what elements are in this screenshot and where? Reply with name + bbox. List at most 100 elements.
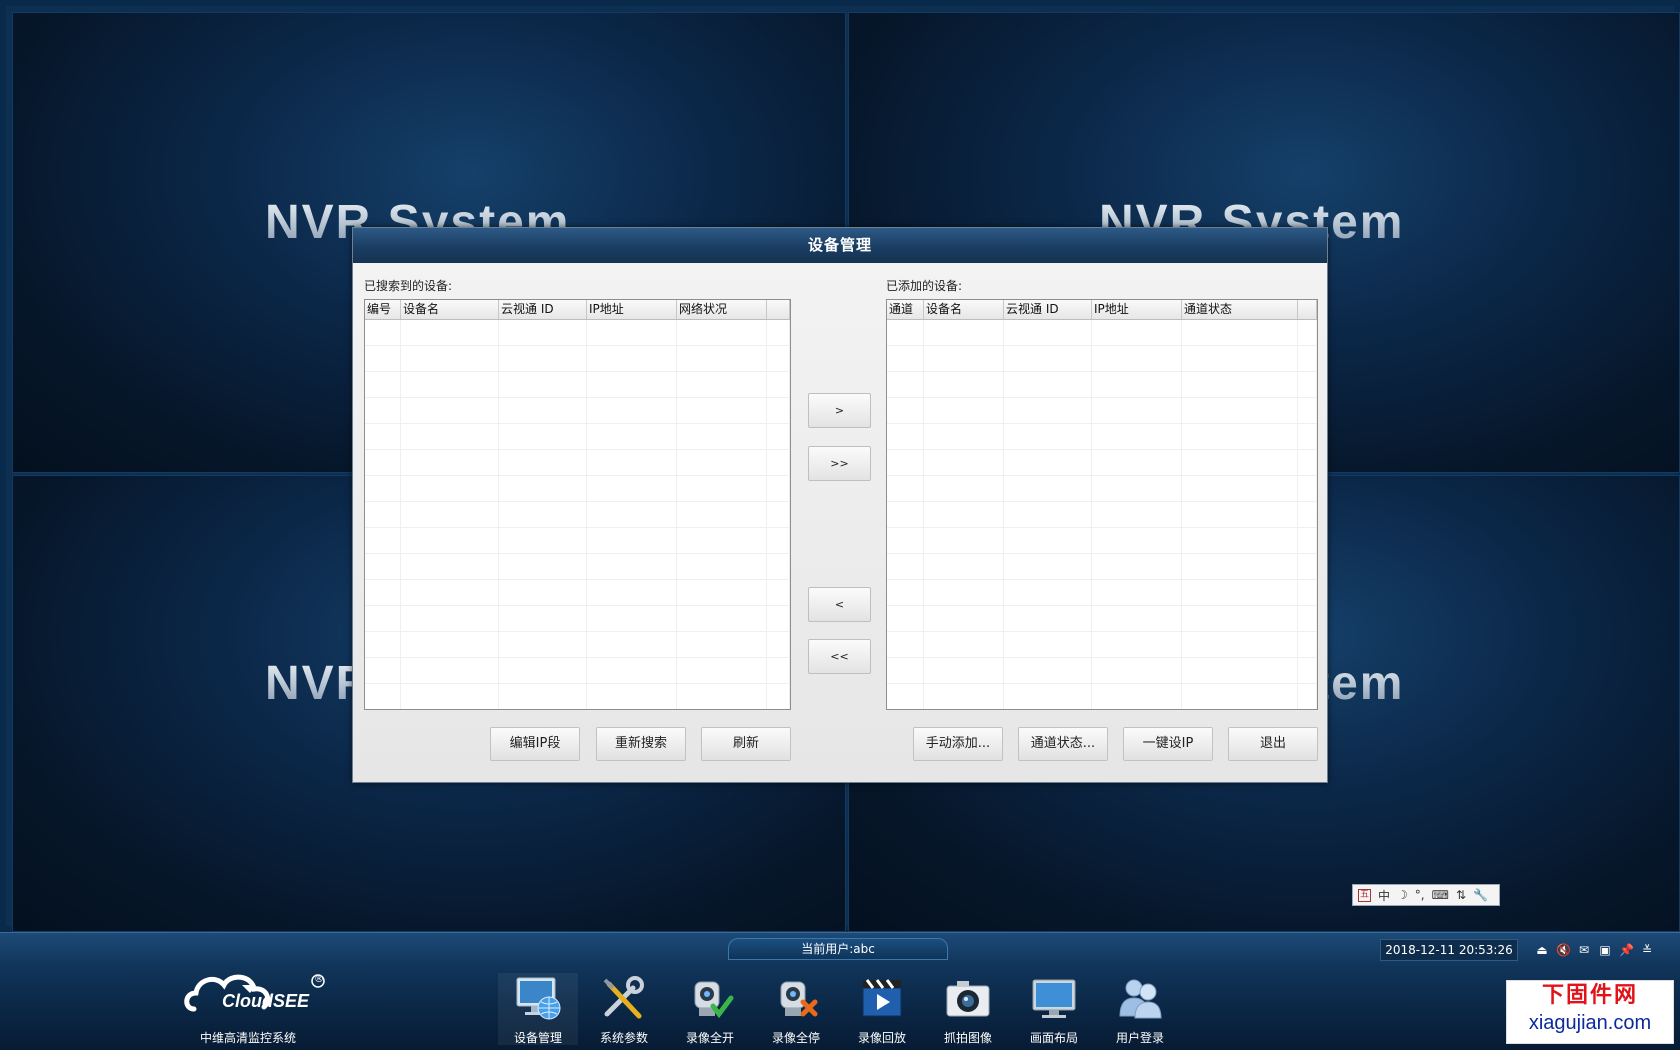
user-login-tool[interactable]: 用户登录 bbox=[1100, 973, 1180, 1045]
column-header[interactable] bbox=[1298, 300, 1317, 319]
ime-wubi-icon[interactable]: 五 bbox=[1358, 888, 1371, 902]
table-row[interactable] bbox=[365, 554, 790, 580]
column-header[interactable]: 云视通 ID bbox=[499, 300, 587, 319]
table-row[interactable] bbox=[365, 606, 790, 632]
table-cell bbox=[767, 320, 790, 345]
table-row[interactable] bbox=[365, 684, 790, 709]
table-row[interactable] bbox=[887, 450, 1317, 476]
table-row[interactable] bbox=[887, 580, 1317, 606]
table-row[interactable] bbox=[365, 502, 790, 528]
remove-selected-button[interactable]: < bbox=[808, 587, 871, 622]
table-row[interactable] bbox=[887, 372, 1317, 398]
edit-ip-range-button[interactable]: 编辑IP段 bbox=[490, 727, 580, 761]
ime-chinese-mode[interactable]: 中 bbox=[1378, 887, 1390, 904]
research-button[interactable]: 重新搜索 bbox=[596, 727, 686, 761]
mute-icon[interactable]: 🔇 bbox=[1556, 943, 1571, 957]
device-management-tool[interactable]: 设备管理 bbox=[498, 973, 578, 1045]
table-row[interactable] bbox=[365, 320, 790, 346]
column-header[interactable]: 编号 bbox=[365, 300, 401, 319]
window-icon[interactable]: ▣ bbox=[1598, 943, 1612, 957]
table-row[interactable] bbox=[365, 398, 790, 424]
refresh-button[interactable]: 刷新 bbox=[701, 727, 791, 761]
table-row[interactable] bbox=[365, 632, 790, 658]
logo-registered: ® bbox=[314, 974, 324, 985]
table-row[interactable] bbox=[887, 346, 1317, 372]
ime-settings-icon[interactable]: 🔧 bbox=[1473, 888, 1488, 902]
table-cell bbox=[924, 632, 1004, 657]
table-cell bbox=[587, 684, 677, 709]
table-cell bbox=[887, 450, 924, 475]
table-row[interactable] bbox=[365, 346, 790, 372]
screen-layout-tool[interactable]: 画面布局 bbox=[1014, 973, 1094, 1045]
table-row[interactable] bbox=[365, 372, 790, 398]
ime-punctuation-icon[interactable]: °, bbox=[1415, 888, 1425, 902]
table-row[interactable] bbox=[365, 424, 790, 450]
table-row[interactable] bbox=[887, 632, 1317, 658]
manual-add-button[interactable]: 手动添加... bbox=[913, 727, 1003, 761]
added-devices-list[interactable]: 通道 设备名 云视通 ID IP地址 通道状态 bbox=[886, 299, 1318, 710]
system-parameters-tool[interactable]: 系统参数 bbox=[584, 973, 664, 1045]
table-cell bbox=[587, 658, 677, 683]
column-header[interactable]: IP地址 bbox=[587, 300, 677, 319]
table-row[interactable] bbox=[887, 554, 1317, 580]
table-row[interactable] bbox=[365, 580, 790, 606]
table-row[interactable] bbox=[887, 476, 1317, 502]
clapper-play-icon bbox=[856, 973, 908, 1023]
table-row[interactable] bbox=[887, 684, 1317, 709]
column-header[interactable]: 通道 bbox=[887, 300, 924, 319]
table-row[interactable] bbox=[365, 476, 790, 502]
mail-icon[interactable]: ✉ bbox=[1577, 943, 1591, 957]
column-header[interactable] bbox=[767, 300, 790, 319]
table-cell bbox=[365, 502, 401, 527]
column-header[interactable]: 设备名 bbox=[401, 300, 499, 319]
table-cell bbox=[499, 346, 587, 371]
add-selected-button[interactable]: > bbox=[808, 393, 871, 428]
add-all-button[interactable]: >> bbox=[808, 446, 871, 481]
record-all-start-tool[interactable]: 录像全开 bbox=[670, 973, 750, 1045]
playback-tool[interactable]: 录像回放 bbox=[842, 973, 922, 1045]
column-header[interactable]: 通道状态 bbox=[1182, 300, 1298, 319]
table-cell bbox=[887, 424, 924, 449]
table-row[interactable] bbox=[887, 398, 1317, 424]
table-row[interactable] bbox=[887, 502, 1317, 528]
collapse-icon[interactable]: ≚ bbox=[1640, 943, 1654, 957]
table-cell bbox=[499, 554, 587, 579]
table-cell bbox=[1004, 476, 1092, 501]
record-all-stop-tool[interactable]: 录像全停 bbox=[756, 973, 836, 1045]
table-row[interactable] bbox=[887, 320, 1317, 346]
table-cell bbox=[1092, 450, 1182, 475]
ime-halfwidth-icon[interactable]: ☽ bbox=[1397, 888, 1408, 902]
table-cell bbox=[1004, 554, 1092, 579]
eject-icon[interactable]: ⏏ bbox=[1535, 943, 1549, 957]
table-cell bbox=[1298, 658, 1317, 683]
pin-icon[interactable]: 📌 bbox=[1619, 943, 1634, 957]
channel-status-button[interactable]: 通道状态... bbox=[1018, 727, 1108, 761]
table-cell bbox=[365, 606, 401, 631]
table-row[interactable] bbox=[365, 658, 790, 684]
table-cell bbox=[1182, 580, 1298, 605]
remove-all-button[interactable]: << bbox=[808, 639, 871, 674]
table-row[interactable] bbox=[887, 658, 1317, 684]
column-header[interactable]: 云视通 ID bbox=[1004, 300, 1092, 319]
ime-toolbar[interactable]: 五 中 ☽ °, ⌨ ⇅ 🔧 bbox=[1352, 884, 1500, 906]
table-cell bbox=[924, 476, 1004, 501]
snapshot-tool[interactable]: 抓拍图像 bbox=[928, 973, 1008, 1045]
table-cell bbox=[401, 554, 499, 579]
one-key-ip-button[interactable]: 一键设IP bbox=[1123, 727, 1213, 761]
table-row[interactable] bbox=[365, 528, 790, 554]
ime-keyboard-icon[interactable]: ⌨ bbox=[1432, 888, 1449, 902]
table-cell bbox=[767, 658, 790, 683]
column-header[interactable]: 设备名 bbox=[924, 300, 1004, 319]
tool-label: 抓拍图像 bbox=[943, 1031, 992, 1045]
table-cell bbox=[677, 528, 767, 553]
table-cell bbox=[401, 658, 499, 683]
ime-toggle-icon[interactable]: ⇅ bbox=[1456, 888, 1466, 902]
table-row[interactable] bbox=[365, 450, 790, 476]
table-row[interactable] bbox=[887, 424, 1317, 450]
table-row[interactable] bbox=[887, 606, 1317, 632]
searched-devices-list[interactable]: 编号 设备名 云视通 ID IP地址 网络状况 bbox=[364, 299, 791, 710]
column-header[interactable]: IP地址 bbox=[1092, 300, 1182, 319]
column-header[interactable]: 网络状况 bbox=[677, 300, 767, 319]
exit-button[interactable]: 退出 bbox=[1228, 727, 1318, 761]
table-row[interactable] bbox=[887, 528, 1317, 554]
